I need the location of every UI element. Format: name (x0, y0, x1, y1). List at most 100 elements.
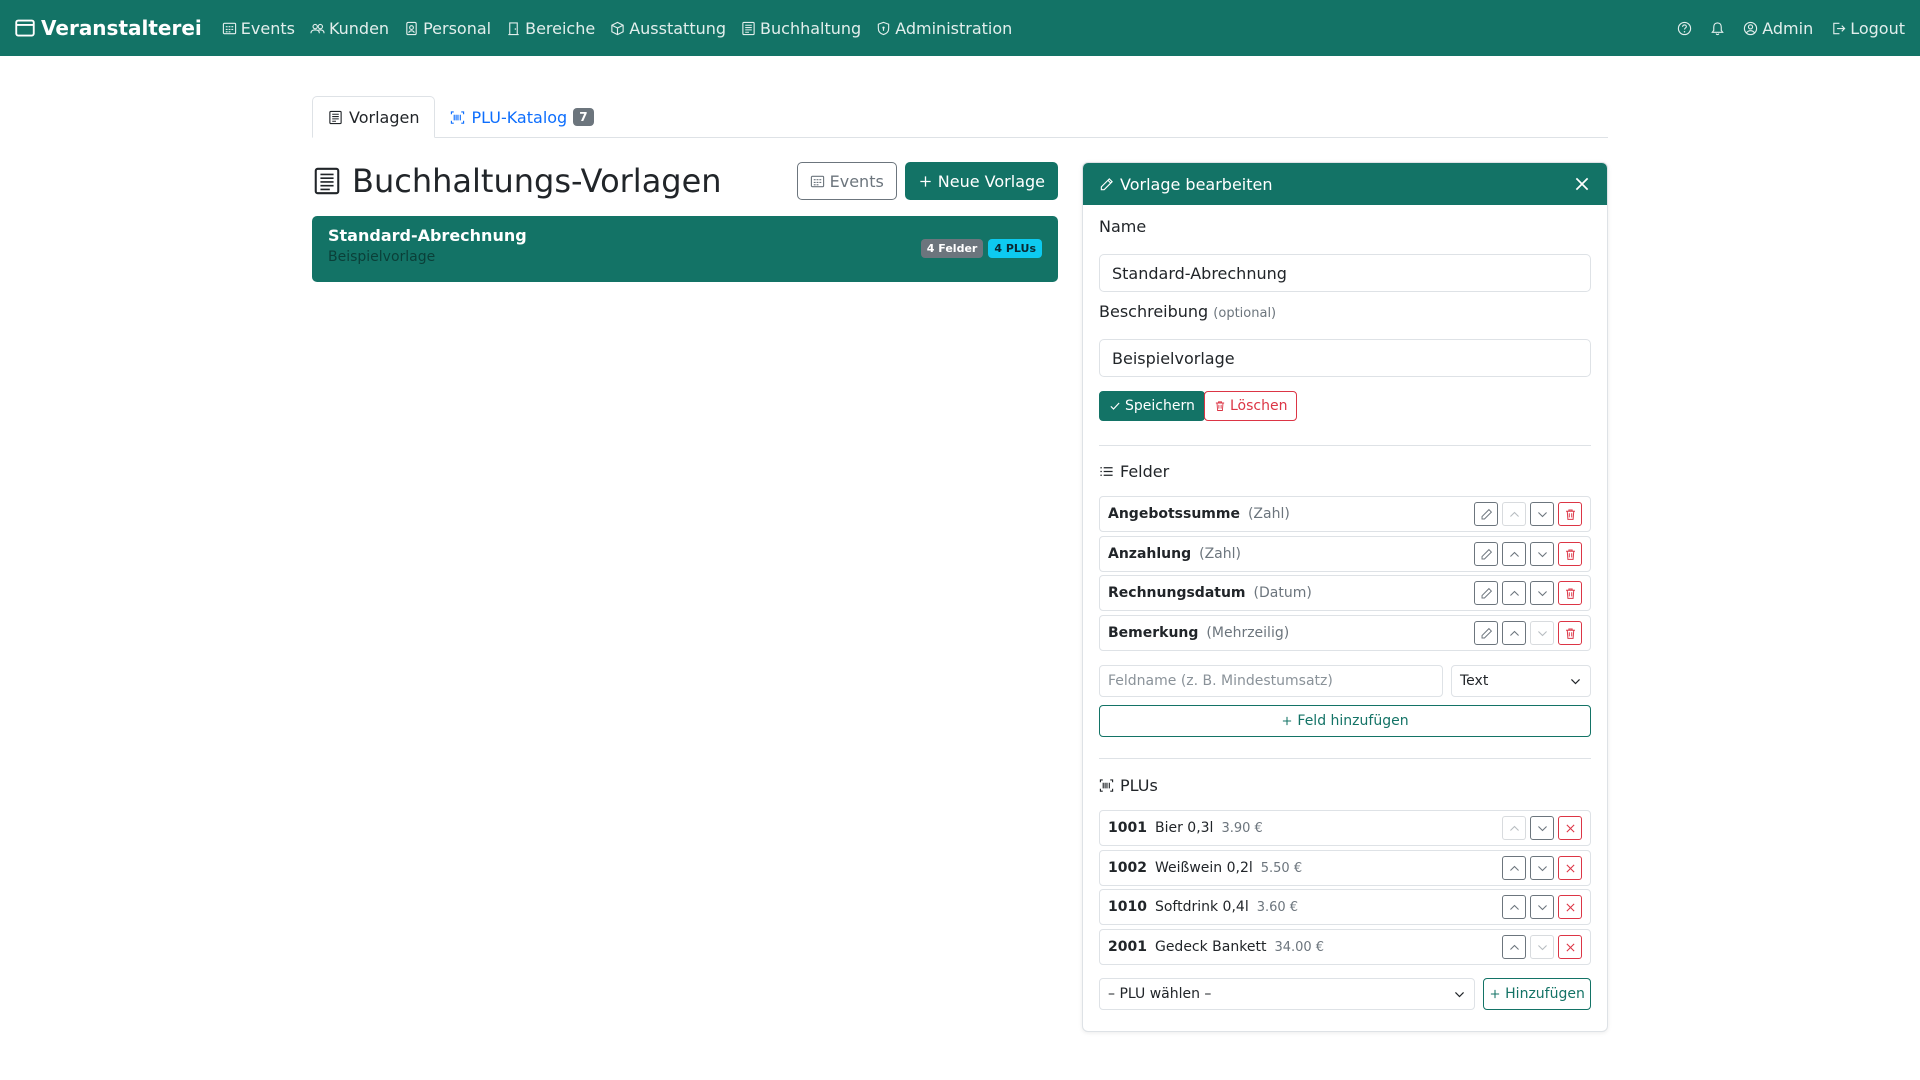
field-name: Anzahlung (1108, 546, 1192, 562)
nav-personal-label: Personal (423, 18, 492, 38)
edit-field-button[interactable] (1474, 621, 1498, 645)
logout-icon (1833, 22, 1846, 34)
calendar-grid-icon (810, 175, 824, 187)
edit-field-button[interactable] (1474, 542, 1498, 566)
move-up-button[interactable] (1502, 621, 1526, 645)
plus-icon (920, 175, 931, 187)
trash-icon (1215, 401, 1225, 411)
remove-plu-button[interactable] (1558, 816, 1582, 840)
chevron-up-icon (1509, 904, 1519, 910)
plu-name: Gedeck Bankett (1154, 939, 1267, 955)
nav-events-label: Events (240, 18, 295, 38)
person-badge-icon (406, 21, 417, 35)
notifications-button[interactable] (1710, 21, 1725, 36)
move-up-button[interactable] (1502, 895, 1526, 919)
field-type-select[interactable]: Text (1451, 665, 1591, 697)
events-button[interactable]: Events (796, 162, 897, 200)
delete-field-button[interactable] (1558, 581, 1582, 605)
remove-plu-button[interactable] (1558, 856, 1582, 880)
list-icon (1100, 467, 1113, 476)
logout-label: Logout (1850, 18, 1905, 38)
move-down-button[interactable] (1530, 856, 1554, 880)
logout-link[interactable]: Logout (1831, 19, 1905, 38)
fields-count-badge: 4 Felder (920, 239, 984, 258)
door-icon (508, 21, 519, 35)
chevron-down-icon (1537, 904, 1547, 910)
field-type: (Zahl) (1247, 506, 1290, 522)
nav-administration[interactable]: Administration (876, 19, 1012, 38)
nav-buchhaltung[interactable]: Buchhaltung (741, 19, 861, 38)
tab-plu-katalog[interactable]: PLU-Katalog 7 (435, 96, 608, 138)
field-name: Bemerkung (1108, 625, 1199, 641)
remove-plu-button[interactable] (1558, 895, 1582, 919)
tab-vorlagen[interactable]: Vorlagen (312, 96, 436, 138)
editor-header: Vorlage bearbeiten (1083, 163, 1607, 205)
delete-template-button[interactable]: Löschen (1204, 391, 1298, 421)
close-editor-button[interactable] (1573, 175, 1591, 193)
move-down-button[interactable] (1530, 581, 1554, 605)
nav-kunden[interactable]: Kunden (310, 19, 389, 38)
help-button[interactable] (1677, 21, 1692, 36)
move-up-button[interactable] (1502, 581, 1526, 605)
plu-price: 3.90 € (1221, 820, 1263, 836)
trash-icon (1565, 588, 1575, 599)
field-name-input[interactable]: Feldname (z. B. Mindestumsatz) (1099, 665, 1443, 697)
name-input-value: Standard-Abrechnung (1112, 263, 1287, 283)
description-input[interactable]: Beispielvorlage (1099, 339, 1591, 377)
plus-title: PLUs (1120, 776, 1158, 795)
move-up-button[interactable] (1502, 816, 1526, 840)
chevron-down-icon (1537, 865, 1547, 871)
new-template-button[interactable]: Neue Vorlage (904, 162, 1058, 200)
editor-title: Vorlage bearbeiten (1120, 174, 1273, 194)
user-circle-icon (1744, 21, 1758, 35)
edit-field-button[interactable] (1474, 581, 1498, 605)
field-name: Rechnungsdatum (1108, 585, 1246, 601)
nav-personal[interactable]: Personal (404, 19, 491, 38)
divider (1099, 445, 1591, 446)
move-down-button[interactable] (1530, 895, 1554, 919)
question-circle-icon (1678, 21, 1692, 35)
nav-events[interactable]: Events (222, 19, 295, 38)
move-down-button[interactable] (1530, 816, 1554, 840)
move-up-button[interactable] (1502, 502, 1526, 526)
move-up-button[interactable] (1502, 856, 1526, 880)
nav-ausstattung[interactable]: Ausstattung (610, 19, 726, 38)
ledger-icon (742, 21, 755, 35)
nav-bereiche-label: Bereiche (525, 18, 596, 38)
user-menu[interactable]: Admin (1743, 19, 1813, 38)
close-icon (1575, 177, 1589, 191)
fields-section-title: Felder (1099, 462, 1169, 481)
plu-row: 2001 Gedeck Bankett 34.00 € (1099, 929, 1591, 965)
calendar-grid-icon (222, 22, 236, 34)
brand-link[interactable]: Veranstalterei (15, 16, 202, 40)
move-down-button[interactable] (1530, 502, 1554, 526)
move-up-button[interactable] (1502, 935, 1526, 959)
move-up-button[interactable] (1502, 542, 1526, 566)
move-down-button[interactable] (1530, 935, 1554, 959)
plu-select[interactable]: – PLU wählen – (1099, 978, 1475, 1010)
name-input[interactable]: Standard-Abrechnung (1099, 254, 1591, 292)
nav-bereiche[interactable]: Bereiche (506, 19, 595, 38)
optional-hint: (optional) (1213, 306, 1277, 321)
field-row: Bemerkung (Mehrzeilig) (1099, 615, 1591, 651)
plu-select-value: – PLU wählen – (1108, 986, 1212, 1002)
window-icon (15, 19, 35, 37)
move-down-button[interactable] (1530, 621, 1554, 645)
nav-ausstattung-label: Ausstattung (629, 18, 727, 38)
remove-plu-button[interactable] (1558, 935, 1582, 959)
plu-code: 1002 (1108, 860, 1147, 876)
edit-field-button[interactable] (1474, 502, 1498, 526)
field-type: (Mehrzeilig) (1206, 625, 1290, 641)
delete-field-button[interactable] (1558, 502, 1582, 526)
delete-field-button[interactable] (1558, 542, 1582, 566)
delete-field-button[interactable] (1558, 621, 1582, 645)
barcode-scan-icon (451, 110, 465, 124)
plus-count-badge: 4 PLUs (988, 239, 1042, 258)
add-field-button[interactable]: Feld hinzufügen (1099, 705, 1591, 737)
add-plu-button[interactable]: Hinzufügen (1483, 978, 1591, 1010)
move-down-button[interactable] (1530, 542, 1554, 566)
box-icon (611, 21, 624, 35)
save-button[interactable]: Speichern (1099, 391, 1205, 421)
chevron-down-icon (1571, 678, 1580, 684)
template-list-item[interactable]: Standard-Abrechnung Beispielvorlage 4 Fe… (312, 216, 1058, 282)
